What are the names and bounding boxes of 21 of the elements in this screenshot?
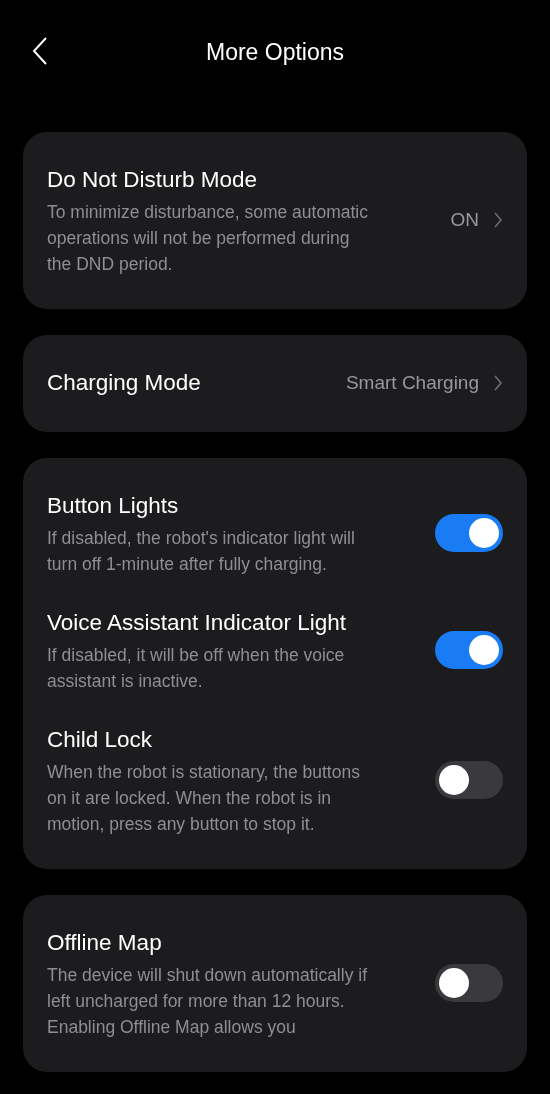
toggle-switch[interactable] <box>435 963 503 1002</box>
setting-title: Child Lock <box>47 726 154 754</box>
toggle-switch[interactable] <box>435 513 503 552</box>
setting-description: If disabled, it will be off when the voice assistant is inactive. <box>47 644 346 693</box>
setting-title: Charging Mode <box>47 369 201 397</box>
chevron-right-icon[interactable] <box>493 373 503 392</box>
setting-value[interactable]: ON <box>450 208 479 231</box>
setting-description: To minimize disturbance, some automatic operations will not be performed during the DND period. <box>47 201 369 276</box>
setting-title: Voice Assistant Indicator Light <box>47 609 347 637</box>
setting-title: Button Lights <box>47 492 180 520</box>
setting-title: Offline Map <box>47 929 163 957</box>
setting-description: When the robot is stationary, the buttons on it are locked. When the robot is in motion, press any button to stop it. <box>47 761 361 836</box>
back-icon[interactable] <box>31 36 49 66</box>
page-title: More Options <box>205 38 345 66</box>
chevron-right-icon[interactable] <box>493 210 503 229</box>
setting-value[interactable]: Smart Charging <box>345 371 479 394</box>
setting-description: The device will shut down automatically if left uncharged for more than 12 hours. Enabling Offline Map allows you <box>47 964 368 1039</box>
toggle-switch[interactable] <box>435 760 503 799</box>
toggle-switch[interactable] <box>435 630 503 669</box>
setting-title: Do Not Disturb Mode <box>47 166 259 194</box>
setting-description: If disabled, the robot's indicator light will turn off 1-minute after fully charging. <box>47 527 356 576</box>
